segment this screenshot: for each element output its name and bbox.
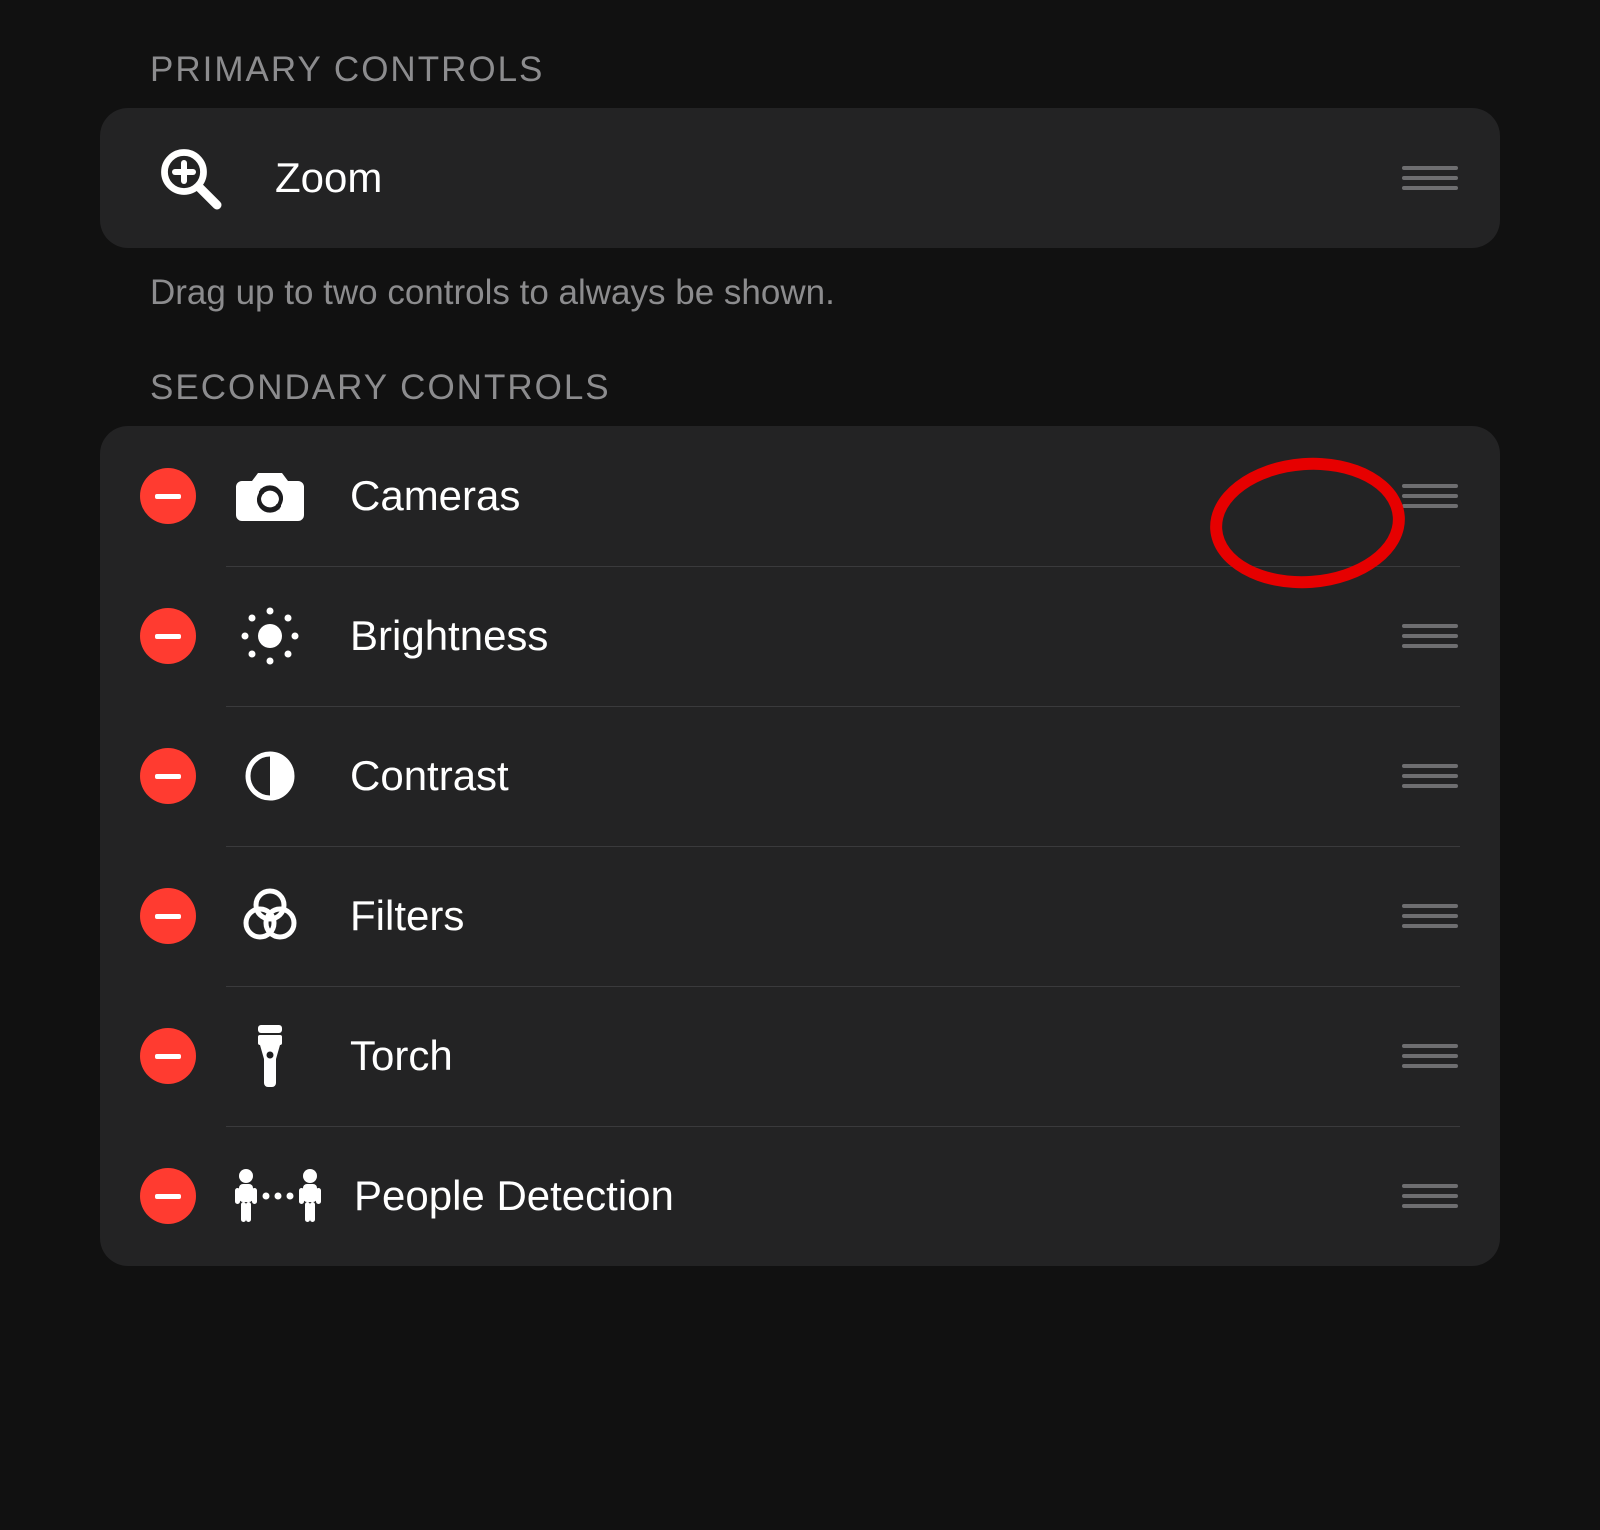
remove-button[interactable] [140,1028,196,1084]
primary-control-label: Zoom [275,154,1400,202]
secondary-control-label: People Detection [354,1172,1400,1220]
primary-controls-hint: Drag up to two controls to always be sho… [150,273,1500,313]
secondary-control-label: Cameras [350,472,1400,520]
drag-handle-icon[interactable] [1400,758,1460,794]
secondary-control-label: Brightness [350,612,1400,660]
drag-handle-icon[interactable] [1400,478,1460,514]
secondary-controls-list: Cameras [100,426,1500,1266]
primary-controls-header: PRIMARY CONTROLS [150,50,1500,90]
secondary-control-label: Torch [350,1032,1400,1080]
secondary-control-label: Filters [350,892,1400,940]
drag-handle-icon[interactable] [1400,1178,1460,1214]
secondary-control-row-brightness[interactable]: Brightness [100,566,1500,706]
remove-button[interactable] [140,748,196,804]
remove-button[interactable] [140,1168,196,1224]
drag-handle-icon[interactable] [1400,618,1460,654]
secondary-controls-header: SECONDARY CONTROLS [150,368,1500,408]
secondary-control-row-cameras[interactable]: Cameras [100,426,1500,566]
drag-handle-icon[interactable] [1400,160,1460,196]
zoom-in-icon [140,142,240,214]
remove-button[interactable] [140,608,196,664]
primary-controls-list: Zoom [100,108,1500,248]
controls-settings-screen: PRIMARY CONTROLS Zoom Drag up to two con… [0,0,1600,1326]
remove-button[interactable] [140,888,196,944]
torch-icon [230,1023,310,1089]
contrast-icon [230,748,310,804]
secondary-control-label: Contrast [350,752,1400,800]
camera-switch-icon [230,469,310,523]
secondary-control-row-filters[interactable]: Filters [100,846,1500,986]
brightness-icon [230,603,310,669]
secondary-control-row-torch[interactable]: Torch [100,986,1500,1126]
remove-button[interactable] [140,468,196,524]
secondary-control-row-contrast[interactable]: Contrast [100,706,1500,846]
drag-handle-icon[interactable] [1400,1038,1460,1074]
people-detection-icon [230,1166,326,1226]
filters-icon [230,885,310,947]
primary-control-row-zoom[interactable]: Zoom [100,108,1500,248]
drag-handle-icon[interactable] [1400,898,1460,934]
secondary-control-row-people-detection[interactable]: People Detection [100,1126,1500,1266]
